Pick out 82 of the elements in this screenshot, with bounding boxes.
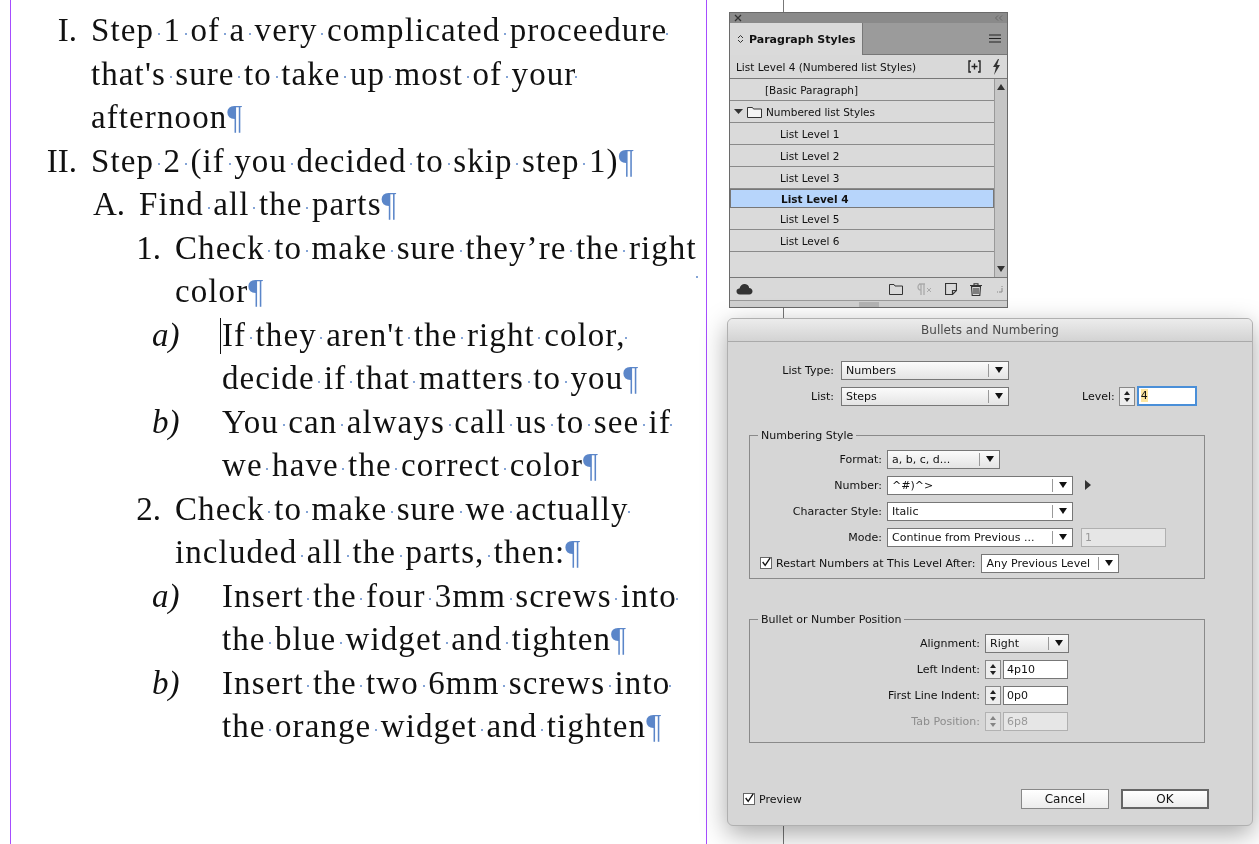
dialog-button[interactable]: OK (1121, 789, 1209, 809)
dialog-button[interactable]: Cancel (1021, 789, 1109, 809)
field-label: Alignment: (918, 636, 980, 650)
up-down-icon (737, 34, 744, 44)
dropdown[interactable]: ^#)^> (887, 475, 1073, 495)
group-title: Bullet or Number Position (760, 613, 903, 626)
dropdown-arrow-icon[interactable] (1059, 534, 1067, 540)
dropdown-arrow-icon[interactable] (1055, 640, 1063, 646)
input-field[interactable]: 0p0 (1003, 685, 1068, 705)
group-title: Numbering Style (760, 429, 855, 442)
paragraph-text: Find all the parts¶ (139, 185, 398, 224)
checkbox[interactable] (760, 557, 772, 569)
list-marker: II. (45, 141, 77, 181)
list-marker: I. (56, 11, 77, 50)
clear-overrides-icon (916, 282, 932, 296)
stepper-icon[interactable] (985, 685, 1001, 705)
field-label: List Type: (781, 363, 834, 377)
list-marker: b) (152, 402, 181, 442)
field-label: List: (810, 389, 834, 403)
list-dropdown[interactable]: Steps (841, 386, 1009, 406)
panel-tab[interactable]: Paragraph Styles (730, 23, 863, 55)
list-marker: b) (152, 663, 181, 703)
field-label: Left Indent: (915, 662, 980, 676)
checkbox-label[interactable]: Preview (759, 792, 802, 806)
list-marker: a) (152, 315, 181, 355)
paragraph-text: If they aren't the right color, decide if that matters to you¶ (222, 315, 640, 398)
dropdown-arrow-icon[interactable] (986, 456, 994, 462)
folder-icon (747, 105, 762, 118)
resize-grip-icon[interactable] (995, 285, 1003, 293)
scrollbar[interactable] (994, 79, 1007, 277)
field-label: Format: (838, 452, 882, 466)
paragraph-text: Step 1 of a very complicated proceedure that's sure to take up most of your afternoon¶ (91, 11, 669, 137)
trash-icon[interactable] (970, 282, 982, 296)
folder-icon[interactable] (889, 283, 903, 295)
menu-icon[interactable] (989, 34, 1001, 43)
dropdown-arrow-icon[interactable] (995, 393, 1003, 399)
checkbox[interactable] (743, 793, 755, 805)
dropdown[interactable]: Any Previous Level (981, 553, 1120, 573)
list-type-dropdown[interactable]: Numbers (841, 360, 1009, 380)
style-list-item[interactable]: List Level 4 (730, 189, 994, 208)
paragraph-text: Insert the two 6mm screws into the orange widget and tighten¶ (222, 663, 672, 746)
dropdown[interactable]: Italic (887, 501, 1073, 521)
disclosure-triangle-icon[interactable] (734, 107, 743, 116)
paragraph-text: Check to make sure we actually included all the parts, then:¶ (175, 489, 630, 572)
list-marker: 2. (135, 489, 161, 529)
list-marker: A. (91, 185, 125, 224)
panel-tab-label: Paragraph Styles (749, 32, 856, 46)
flyout-arrow-icon[interactable] (1085, 480, 1091, 490)
field-label: Mode: (847, 530, 882, 544)
stepper-icon[interactable] (985, 659, 1001, 679)
lightning-icon[interactable] (991, 58, 1001, 75)
scroll-down-icon[interactable] (997, 266, 1005, 272)
paragraph-text: Check to make sure they’re the right color¶ (175, 228, 698, 311)
input-field[interactable]: 4p10 (1003, 659, 1068, 679)
drag-handle-icon[interactable] (858, 301, 879, 307)
dialog-title: Bullets and Numbering (728, 319, 1252, 342)
dropdown-arrow-icon[interactable] (1059, 508, 1067, 514)
list-marker: 1. (135, 228, 161, 268)
scroll-up-icon[interactable] (997, 84, 1005, 90)
dropdown-arrow-icon[interactable] (1105, 560, 1114, 566)
field-label: Number: (833, 478, 882, 492)
dropdown[interactable]: Continue from Previous ... (887, 527, 1073, 547)
new-page-icon[interactable] (945, 283, 957, 295)
stepper-icon[interactable] (1118, 386, 1135, 406)
close-icon[interactable] (734, 14, 742, 22)
checkbox-label[interactable]: Restart Numbers at This Level After: (776, 556, 976, 570)
field-label: First Line Indent: (886, 688, 980, 702)
dropdown[interactable]: Right (985, 633, 1069, 653)
dropdown-arrow-icon[interactable] (1059, 482, 1067, 488)
field-label: Level: (1082, 389, 1115, 403)
list-marker: a) (152, 576, 181, 616)
level-input[interactable]: 4 (1136, 386, 1197, 406)
paragraph-text: You can always call us to see if we have the correct color¶ (222, 402, 672, 485)
new-group-icon[interactable] (968, 60, 981, 73)
field-label: Tab Position: (910, 714, 980, 728)
dropdown-arrow-icon[interactable] (995, 367, 1003, 373)
cloud-icon[interactable] (736, 283, 753, 295)
dropdown[interactable]: a, b, c, d... (887, 449, 1000, 469)
field-label: Character Style: (791, 504, 882, 518)
paragraph-text: Step 2 (if you decided to skip step 1)¶ (91, 141, 635, 181)
paragraph-text: Insert the four 3mm screws into the blue widget and tighten¶ (222, 576, 678, 659)
current-style-label: List Level 4 (Numbered list Styles) (736, 60, 917, 73)
